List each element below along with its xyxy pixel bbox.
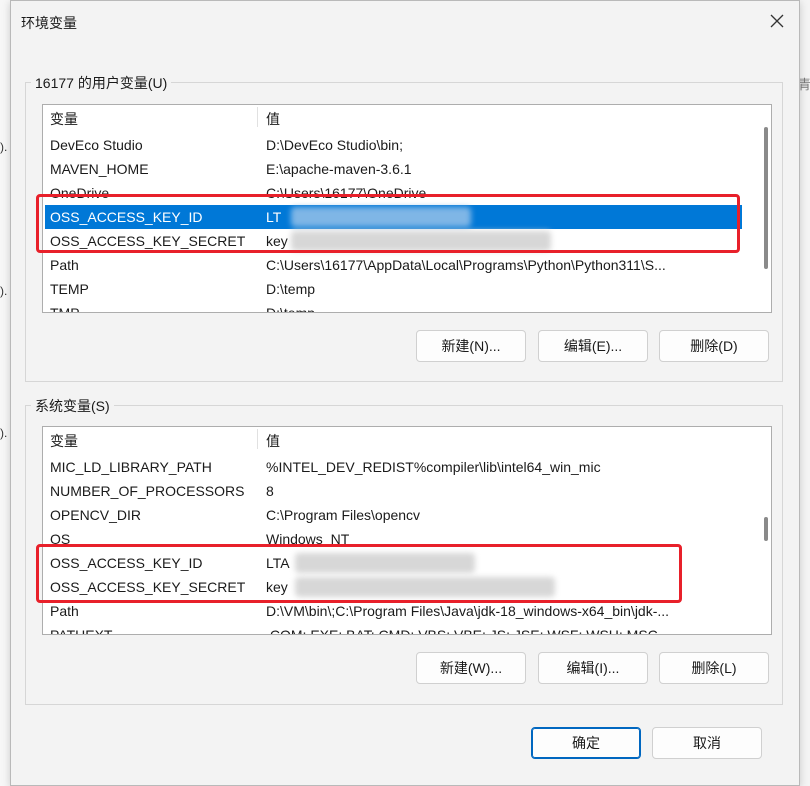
list-item[interactable]: PATHEXT .COM;.EXE;.BAT;.CMD;.VBS;.VBE;.JS…	[45, 623, 742, 635]
system-variables-list[interactable]: 变量 值 MIC_LD_LIBRARY_PATH %INTEL_DEV_REDIS…	[42, 426, 772, 635]
variable-value: C:\Program Files\opencv	[266, 507, 421, 523]
variable-name: MAVEN_HOME	[50, 161, 149, 177]
list-item[interactable]: TEMP D:\temp	[45, 277, 742, 301]
system-new-button[interactable]: 新建(W)...	[416, 652, 526, 684]
list-item[interactable]: TMP D:\temp	[45, 301, 742, 313]
list-item[interactable]: MIC_LD_LIBRARY_PATH %INTEL_DEV_REDIST%com…	[45, 455, 742, 479]
list-header: 变量 值	[43, 105, 771, 129]
vertical-scrollbar[interactable]	[761, 441, 769, 621]
highlight-box	[36, 194, 740, 253]
scrollbar-thumb[interactable]	[764, 517, 768, 541]
variable-name: TEMP	[50, 281, 89, 297]
variable-name: Path	[50, 257, 79, 273]
user-variables-title: 16177 的用户变量(U)	[31, 73, 172, 93]
list-item[interactable]: Path C:\Users\16177\AppData\Local\Program…	[45, 253, 742, 277]
cancel-button[interactable]: 取消	[652, 727, 762, 759]
variable-value: D:\VM\bin\;C:\Program Files\Java\jdk-18_…	[266, 603, 670, 619]
background-text: ).	[0, 140, 8, 154]
vertical-scrollbar[interactable]	[761, 119, 769, 299]
ok-button[interactable]: 确定	[531, 727, 641, 759]
variable-value: %INTEL_DEV_REDIST%compiler\lib\intel64_w…	[266, 459, 601, 475]
background-text: ).	[0, 284, 8, 298]
variable-name: OPENCV_DIR	[50, 507, 142, 523]
column-header-value[interactable]: 值	[266, 431, 280, 451]
user-edit-button[interactable]: 编辑(E)...	[538, 330, 648, 362]
list-header: 变量 值	[43, 427, 771, 451]
variable-name: PATHEXT	[50, 627, 113, 635]
variable-value: D:\temp	[266, 305, 316, 313]
system-edit-button[interactable]: 编辑(I)...	[538, 652, 648, 684]
variable-name: NUMBER_OF_PROCESSORS	[50, 483, 245, 499]
variable-name: TMP	[50, 305, 80, 313]
column-header-variable[interactable]: 变量	[50, 109, 78, 129]
user-new-button[interactable]: 新建(N)...	[416, 330, 526, 362]
variable-value: D:\DevEco Studio\bin;	[266, 137, 403, 153]
variable-value: E:\apache-maven-3.6.1	[266, 161, 412, 177]
list-item[interactable]: OPENCV_DIR C:\Program Files\opencv	[45, 503, 742, 527]
variable-value: C:\Users\16177\AppData\Local\Programs\Py…	[266, 257, 666, 273]
title-bar: 环境变量	[11, 1, 799, 41]
list-item[interactable]: MAVEN_HOME E:\apache-maven-3.6.1	[45, 157, 742, 181]
system-variables-title: 系统变量(S)	[31, 396, 114, 416]
column-header-variable[interactable]: 变量	[50, 431, 78, 451]
list-item[interactable]: NUMBER_OF_PROCESSORS 8	[45, 479, 742, 503]
environment-variables-dialog: 环境变量 16177 的用户变量(U) 变量 值 DevEco Studio D:…	[10, 0, 800, 786]
close-icon	[770, 14, 784, 28]
background-text: ).	[0, 426, 8, 440]
highlight-box	[36, 544, 682, 603]
column-header-value[interactable]: 值	[266, 109, 280, 129]
column-separator[interactable]	[257, 429, 258, 449]
close-button[interactable]	[761, 7, 793, 35]
dialog-title: 环境变量	[21, 15, 77, 31]
variable-value: 8	[266, 483, 274, 499]
scrollbar-thumb[interactable]	[764, 127, 768, 269]
variable-value: .COM;.EXE;.BAT;.CMD;.VBS;.VBE;.JS;.JSE;.…	[266, 627, 658, 635]
variable-name: MIC_LD_LIBRARY_PATH	[50, 459, 212, 475]
variable-name: DevEco Studio	[50, 137, 143, 153]
user-delete-button[interactable]: 删除(D)	[659, 330, 769, 362]
list-item[interactable]: DevEco Studio D:\DevEco Studio\bin;	[45, 133, 742, 157]
system-delete-button[interactable]: 删除(L)	[659, 652, 769, 684]
column-separator[interactable]	[257, 107, 258, 127]
variable-value: D:\temp	[266, 281, 316, 297]
variable-name: Path	[50, 603, 79, 619]
